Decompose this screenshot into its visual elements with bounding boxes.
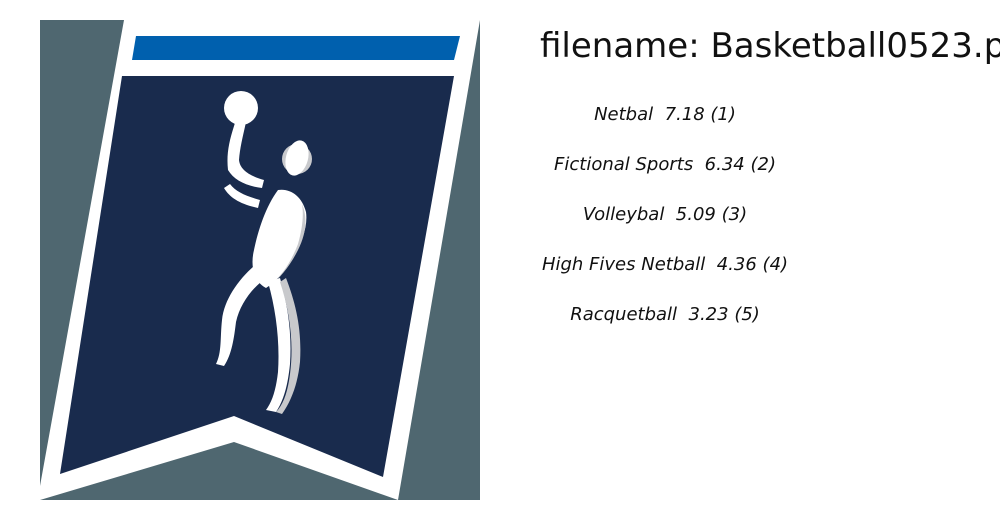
basketball: [224, 91, 258, 125]
prediction-item: High Fives Netball 4.36 (4): [540, 250, 790, 300]
basketball-player-banner-icon: [40, 20, 480, 500]
prediction-rank: (1): [710, 104, 736, 125]
prediction-item: Racquetball 3.23 (5): [540, 300, 790, 350]
prediction-score: 3.23: [688, 304, 729, 325]
prediction-score: 5.09: [675, 204, 716, 225]
prediction-rank: (4): [762, 254, 789, 275]
prediction-rank: (3): [721, 204, 748, 225]
prediction-label: Fictional Sports: [554, 154, 694, 175]
filename-label: filename: Basketball0523.png: [540, 26, 1000, 66]
prediction-score: 4.36: [716, 254, 757, 275]
prediction-label: Racquetball: [570, 304, 678, 325]
prediction-label: Volleybal: [582, 204, 665, 225]
prediction-score: 6.34: [704, 154, 745, 175]
prediction-score: 7.18: [664, 104, 705, 125]
prediction-rank: (5): [734, 304, 760, 325]
logo-image: [40, 20, 480, 500]
prediction-item: Volleybal 5.09 (3): [540, 200, 790, 250]
prediction-label: Netbal: [594, 104, 654, 125]
prediction-item: Netbal 7.18 (1): [540, 100, 790, 150]
prediction-item: Fictional Sports 6.34 (2): [540, 150, 790, 200]
banner-stripe: [132, 36, 460, 60]
prediction-rank: (2): [750, 154, 776, 175]
prediction-list: Netbal 7.18 (1) Fictional Sports 6.34 (2…: [540, 100, 790, 350]
prediction-label: High Fives Netball: [541, 254, 706, 275]
